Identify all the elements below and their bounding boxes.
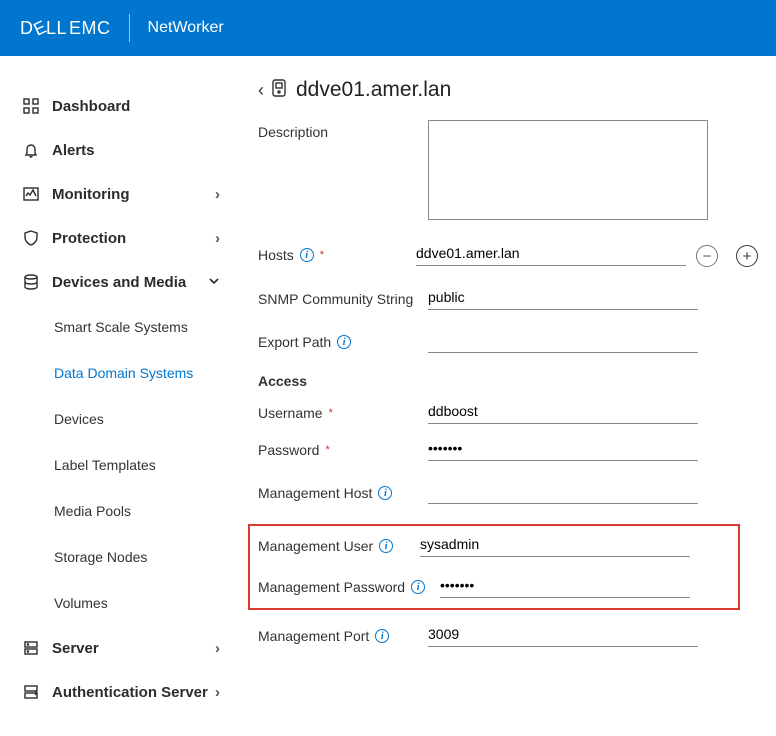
info-icon[interactable]: i bbox=[378, 486, 392, 500]
label-mgmt-port: Management Port i bbox=[258, 624, 428, 644]
info-icon[interactable]: i bbox=[375, 629, 389, 643]
monitor-icon bbox=[20, 186, 42, 202]
sidebar-item-server[interactable]: Server › bbox=[14, 626, 226, 670]
remove-host-button[interactable]: − bbox=[696, 245, 718, 267]
app-header: DELL EMC NetWorker bbox=[0, 0, 776, 56]
chevron-right-icon: › bbox=[215, 640, 220, 657]
dashboard-icon bbox=[20, 98, 42, 114]
mgmt-port-input[interactable] bbox=[428, 624, 698, 647]
export-input[interactable] bbox=[428, 330, 698, 353]
page-title: ddve01.amer.lan bbox=[296, 78, 451, 102]
brand-divider bbox=[129, 14, 130, 42]
label-password: Password * bbox=[258, 438, 428, 458]
page-title-row: ‹ ddve01.amer.lan bbox=[258, 78, 770, 102]
label-text: Management Port bbox=[258, 628, 369, 644]
label-text: Username bbox=[258, 405, 323, 421]
auth-icon bbox=[20, 684, 42, 700]
sidebar: Dashboard Alerts Monitoring › Protection… bbox=[0, 56, 240, 736]
sidebar-label: Dashboard bbox=[52, 98, 220, 115]
row-mgmt-port: Management Port i bbox=[258, 624, 770, 647]
label-export: Export Path i bbox=[258, 330, 428, 350]
info-icon[interactable]: i bbox=[337, 335, 351, 349]
highlighted-section: Management User i Management Password i bbox=[248, 524, 740, 610]
row-export-path: Export Path i bbox=[258, 330, 770, 353]
row-username: Username * bbox=[258, 401, 770, 424]
chevron-right-icon: › bbox=[215, 186, 220, 203]
sidebar-label: Devices and Media bbox=[52, 274, 208, 291]
mgmt-host-input[interactable] bbox=[428, 481, 698, 504]
mgmt-user-input[interactable] bbox=[420, 534, 690, 557]
mgmt-password-input[interactable] bbox=[440, 575, 690, 598]
brand-dell: DELL bbox=[20, 18, 67, 39]
label-description: Description bbox=[258, 120, 428, 140]
back-button[interactable]: ‹ bbox=[258, 80, 264, 101]
chevron-down-icon bbox=[208, 274, 220, 291]
config-form: Description Hosts i * − + bbox=[258, 120, 770, 647]
bell-icon bbox=[20, 142, 42, 158]
row-mgmt-password: Management Password i bbox=[258, 575, 730, 598]
sidebar-label: Authentication Server bbox=[52, 684, 215, 701]
label-mgmt-user: Management User i bbox=[258, 534, 420, 554]
label-text: Hosts bbox=[258, 247, 294, 263]
info-icon[interactable]: i bbox=[411, 580, 425, 594]
subnav-devices[interactable]: Devices bbox=[54, 396, 226, 442]
subnav-volumes[interactable]: Volumes bbox=[54, 580, 226, 626]
storage-icon bbox=[20, 274, 42, 290]
label-username: Username * bbox=[258, 401, 428, 421]
sidebar-item-auth-server[interactable]: Authentication Server › bbox=[14, 670, 226, 714]
row-password: Password * bbox=[258, 438, 770, 461]
chevron-right-icon: › bbox=[215, 684, 220, 701]
snmp-input[interactable] bbox=[428, 287, 698, 310]
chevron-right-icon: › bbox=[215, 230, 220, 247]
sidebar-item-alerts[interactable]: Alerts bbox=[14, 128, 226, 172]
server-icon bbox=[20, 640, 42, 656]
sidebar-item-dashboard[interactable]: Dashboard bbox=[14, 84, 226, 128]
sidebar-label: Monitoring bbox=[52, 186, 215, 203]
sidebar-label: Server bbox=[52, 640, 215, 657]
required-marker: * bbox=[325, 444, 329, 456]
subnav-storage-nodes[interactable]: Storage Nodes bbox=[54, 534, 226, 580]
label-text: Management User bbox=[258, 538, 373, 554]
label-text: Export Path bbox=[258, 334, 331, 350]
row-description: Description bbox=[258, 120, 770, 223]
section-access: Access bbox=[258, 373, 770, 389]
brand-product: NetWorker bbox=[148, 19, 224, 37]
info-icon[interactable]: i bbox=[300, 248, 314, 262]
brand-logo: DELL EMC bbox=[20, 18, 111, 39]
add-host-button[interactable]: + bbox=[736, 245, 758, 267]
sidebar-item-monitoring[interactable]: Monitoring › bbox=[14, 172, 226, 216]
row-mgmt-user: Management User i bbox=[258, 534, 730, 557]
password-input[interactable] bbox=[428, 438, 698, 461]
subnav-label-templates[interactable]: Label Templates bbox=[54, 442, 226, 488]
sidebar-item-protection[interactable]: Protection › bbox=[14, 216, 226, 260]
sidebar-label: Alerts bbox=[52, 142, 220, 159]
label-hosts: Hosts i * bbox=[258, 243, 416, 263]
description-textarea[interactable] bbox=[428, 120, 708, 220]
row-snmp: SNMP Community String bbox=[258, 287, 770, 310]
sidebar-subnav: Smart Scale Systems Data Domain Systems … bbox=[14, 304, 226, 626]
row-hosts: Hosts i * − + bbox=[258, 243, 770, 267]
sidebar-label: Protection bbox=[52, 230, 215, 247]
label-snmp: SNMP Community String bbox=[258, 287, 428, 307]
subnav-smart-scale[interactable]: Smart Scale Systems bbox=[54, 304, 226, 350]
main-content: ‹ ddve01.amer.lan Description Hosts i * bbox=[240, 56, 776, 736]
info-icon[interactable]: i bbox=[379, 539, 393, 553]
label-mgmt-host: Management Host i bbox=[258, 481, 428, 501]
label-text: Management Host bbox=[258, 485, 372, 501]
subnav-data-domain[interactable]: Data Domain Systems bbox=[54, 350, 226, 396]
shield-icon bbox=[20, 230, 42, 246]
label-text: Management Password bbox=[258, 579, 405, 595]
username-input[interactable] bbox=[428, 401, 698, 424]
subnav-media-pools[interactable]: Media Pools bbox=[54, 488, 226, 534]
host-icon bbox=[270, 79, 288, 102]
hosts-input[interactable] bbox=[416, 243, 686, 266]
label-mgmt-password: Management Password i bbox=[258, 575, 440, 595]
sidebar-item-devices-media[interactable]: Devices and Media bbox=[14, 260, 226, 304]
required-marker: * bbox=[329, 407, 333, 419]
row-mgmt-host: Management Host i bbox=[258, 481, 770, 504]
brand-emc: EMC bbox=[69, 18, 111, 39]
required-marker: * bbox=[320, 249, 324, 261]
label-text: Password bbox=[258, 442, 319, 458]
